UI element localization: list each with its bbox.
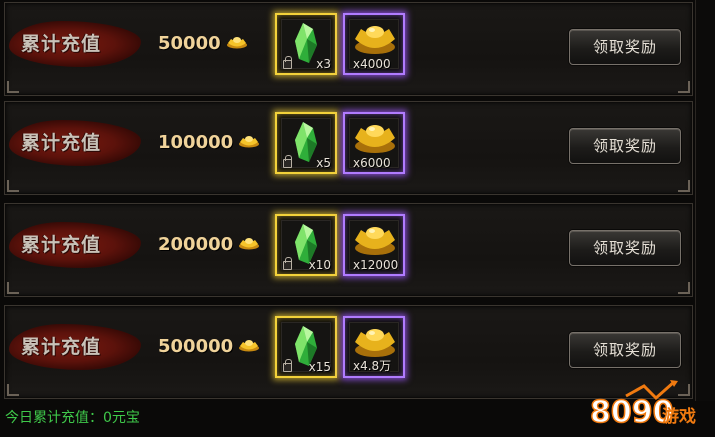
recharge-threshold: 500000	[158, 336, 234, 357]
reward-tier-banner: 累计充值	[9, 120, 141, 166]
yuanbao-icon	[239, 238, 259, 250]
reward-item-slot-crystal[interactable]: x5	[275, 112, 337, 174]
today-recharge-total: 今日累计充值：0元宝	[5, 410, 140, 426]
svg-text:8090: 8090	[590, 395, 674, 430]
reward-row-1: 累计充值 50000 x3 x4000 领取奖励	[4, 2, 693, 96]
reward-item-qty: x12000	[353, 258, 399, 272]
reward-item-slot-ingot[interactable]: x4.8万	[343, 316, 405, 378]
gold-ingot-icon	[355, 227, 395, 255]
reward-tier-label: 累计充值	[21, 234, 102, 256]
panel-right-edge	[695, 0, 715, 401]
reward-tier-banner: 累计充值	[9, 324, 141, 370]
reward-row-3: 累计充值 200000 x10 x12000 领取奖励	[4, 203, 693, 297]
recharge-threshold: 100000	[158, 132, 234, 153]
reward-item-qty: x4000	[353, 57, 391, 71]
reward-item-slot-ingot[interactable]: x4000	[343, 13, 405, 75]
reward-item-slot-crystal[interactable]: x3	[275, 13, 337, 75]
bound-lock-icon	[283, 359, 292, 372]
reward-item-slot-ingot[interactable]: x12000	[343, 214, 405, 276]
reward-item-slot-ingot[interactable]: x6000	[343, 112, 405, 174]
claim-reward-button[interactable]: 领取奖励	[569, 29, 681, 65]
reward-item-qty: x6000	[353, 156, 391, 170]
reward-item-slot-crystal[interactable]: x10	[275, 214, 337, 276]
reward-item-qty: x10	[308, 258, 331, 272]
recharge-threshold: 50000	[158, 33, 221, 54]
gold-ingot-icon	[355, 125, 395, 153]
reward-item-qty: x15	[308, 360, 331, 374]
reward-tier-label: 累计充值	[21, 336, 102, 358]
claim-reward-button[interactable]: 领取奖励	[569, 128, 681, 164]
recharge-threshold: 200000	[158, 234, 234, 255]
gold-ingot-icon	[355, 329, 395, 357]
reward-tier-label: 累计充值	[21, 132, 102, 154]
bound-lock-icon	[283, 155, 292, 168]
reward-item-slot-crystal[interactable]: x15	[275, 316, 337, 378]
reward-item-qty: x3	[316, 57, 331, 71]
gold-ingot-icon	[355, 26, 395, 54]
reward-tier-banner: 累计充值	[9, 21, 141, 67]
8090-logo: 8090 游戏	[589, 380, 696, 431]
reward-row-2: 累计充值 100000 x5 x6000 领取奖励	[4, 101, 693, 195]
claim-reward-button[interactable]: 领取奖励	[569, 230, 681, 266]
yuanbao-icon	[227, 37, 247, 49]
claim-reward-button[interactable]: 领取奖励	[569, 332, 681, 368]
recharge-reward-panel: 累计充值 50000 x3 x4000 领取奖励 累计充值 100000 x5	[0, 0, 715, 437]
reward-tier-label: 累计充值	[21, 33, 102, 55]
reward-tier-banner: 累计充值	[9, 222, 141, 268]
svg-text:游戏: 游戏	[662, 406, 696, 427]
reward-item-qty: x5	[316, 156, 331, 170]
yuanbao-icon	[239, 340, 259, 352]
reward-item-qty: x4.8万	[353, 359, 392, 373]
bound-lock-icon	[283, 56, 292, 69]
yuanbao-icon	[239, 136, 259, 148]
bound-lock-icon	[283, 257, 292, 270]
